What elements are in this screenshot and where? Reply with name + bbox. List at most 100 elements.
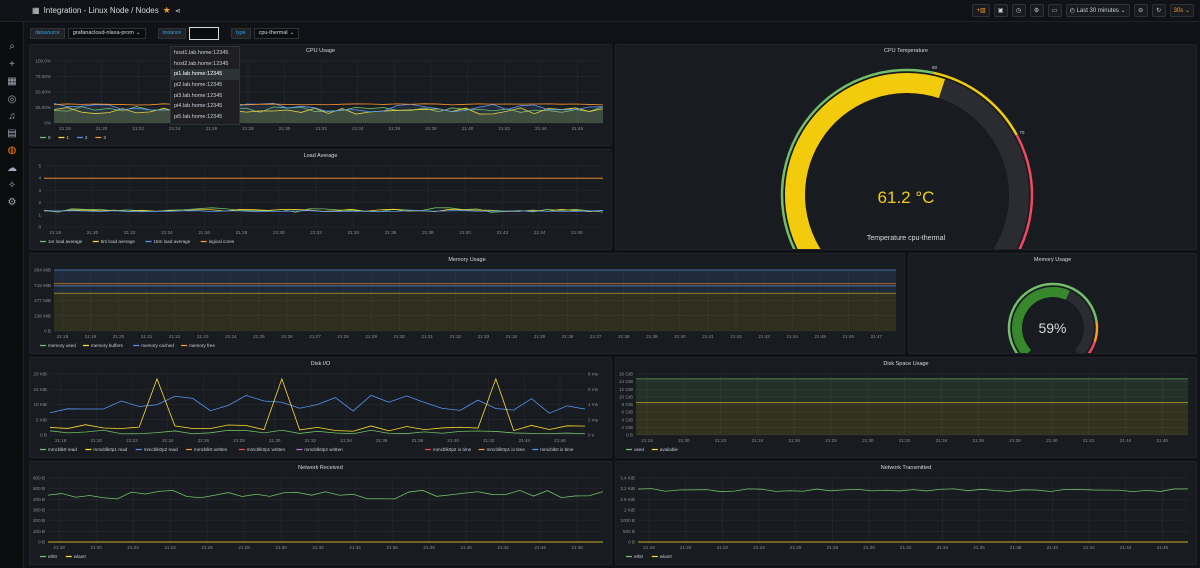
search-icon[interactable]: ⌕ [6, 41, 18, 53]
settings-button[interactable]: ⚙ [1029, 4, 1044, 17]
integrations-globe-icon[interactable]: ◍ [6, 145, 18, 157]
instance-option-selected[interactable]: pi1.lab.home:12345 [171, 69, 239, 81]
x-tick-label: 21:34 [506, 334, 518, 339]
x-tick-label: 21:22 [132, 126, 144, 131]
lightbulb-icon[interactable]: ✧ [6, 180, 18, 192]
refresh-interval-label: 30s [1173, 7, 1184, 14]
x-tick-label: 21:42 [730, 334, 742, 339]
x-tick-label: 21:30 [393, 334, 405, 339]
variables-bar: datasource grafanacloud-nlaxa-prom ⌄ inst… [30, 26, 300, 40]
chart-svg: 3.4 KiB 3.3 KiB 2.9 KiB 2 KiB 1000 B 500 B 0 B… [620, 476, 1189, 559]
y-tick-label: 238 MiB [34, 313, 51, 318]
x-tick-label: 21:24 [162, 438, 174, 443]
y-tick-label: 0 B [628, 540, 635, 545]
x-tick-label: 21:33 [478, 334, 490, 339]
y2-tick-label: 4 ms [588, 402, 599, 407]
x-tick-label: 21:42 [483, 438, 495, 443]
instance-option[interactable]: host1.lab.home:12345 [171, 48, 239, 59]
cpu-temperature-panel[interactable]: CPU Temperature 61.2 °C Temperature cpu-… [615, 44, 1197, 250]
refresh-button[interactable]: ↻ [1151, 4, 1166, 17]
legend-item: 1m load average [48, 239, 83, 244]
instance-label: instance [157, 27, 187, 39]
add-panel-button[interactable]: +▥ [972, 4, 990, 17]
x-tick-label: 21:28 [242, 126, 254, 131]
x-tick-label: 21:32 [310, 230, 322, 235]
instance-option[interactable]: pi2.lab.home:12345 [171, 80, 239, 91]
plus-icon[interactable]: + [6, 59, 18, 71]
explore-icon[interactable]: ◎ [6, 94, 18, 106]
tv-mode-button[interactable]: ▭ [1047, 4, 1062, 17]
x-tick-label: 21:34 [340, 438, 352, 443]
x-tick-label: 21:20 [96, 126, 108, 131]
gauge-svg: 30607085 [780, 65, 1034, 249]
y-tick-label: 6 GiB [622, 410, 634, 415]
series-line [637, 488, 1189, 493]
y2-tick-label: 2 ms [588, 417, 599, 422]
x-tick-label: 21:41 [702, 334, 714, 339]
y-tick-label: 600 B [33, 476, 45, 481]
x-tick-label: 21:20 [678, 438, 690, 443]
load-average-panel[interactable]: Load Average 5 4 3 2 1 0 21:18 21:20 21:22 21:24 2… [29, 149, 612, 250]
x-tick-label: 21:24 [164, 545, 176, 550]
y-tick-label: 10 KiB [33, 402, 47, 407]
x-tick-label: 21:23 [197, 334, 209, 339]
x-tick-label: 21:38 [1009, 438, 1021, 443]
x-tick-label: 21:26 [201, 545, 213, 550]
memory-usage-panel[interactable]: Memory Usage 954 MiB 715 MiB 477 MiB 238 Mi… [29, 253, 905, 354]
instance-option[interactable]: pi3.lab.home:12345 [171, 91, 239, 102]
x-tick-label: 21:20 [90, 545, 102, 550]
y-tick-label: 5 KiB [36, 417, 47, 422]
chevron-down-icon: ⌄ [289, 30, 295, 36]
refresh-interval-picker[interactable]: 30s ⌄ [1169, 4, 1194, 17]
cloud-icon[interactable]: ☁ [6, 163, 18, 175]
instance-option[interactable]: pi4.lab.home:12345 [171, 101, 239, 112]
x-tick-label: 21:22 [126, 438, 138, 443]
y2-tick-label: 6 ms [588, 387, 599, 392]
x-tick-label: 21:46 [572, 126, 584, 131]
disk-space-panel[interactable]: Disk Space Usage 16 GiB 14 GiB 12 GiB 10 Gi… [615, 357, 1197, 458]
datasource-select[interactable]: grafanacloud-nlaxa-prom ⌄ [67, 27, 146, 39]
x-tick-label: 21:28 [238, 545, 250, 550]
x-tick-label: 21:40 [674, 334, 686, 339]
x-tick-label: 21:18 [57, 334, 69, 339]
x-tick-label: 21:40 [1047, 545, 1059, 550]
star-icon[interactable]: ★ [163, 5, 171, 16]
time-picker[interactable]: ◴ Last 30 minutes ⌄ [1065, 4, 1130, 17]
sidebar: ◉ ⌕ + ▦ ◎ ♫ ▤ ◍ ☁ ✧ ⚙ [0, 0, 24, 568]
alerting-bell-icon[interactable]: ♫ [6, 111, 18, 123]
y-tick-label: 16 GiB [619, 372, 633, 377]
type-label: type [231, 27, 251, 39]
x-tick-label: 21:34 [348, 230, 360, 235]
legend-item: mmcblk0p2 io time [433, 447, 472, 452]
x-tick-label: 21:26 [198, 230, 210, 235]
instance-option[interactable]: pi5.lab.home:12345 [171, 112, 239, 123]
cpu-usage-panel[interactable]: CPU Usage 100.0% 75.00% 50.00% 25.00% 0% 21:1… [29, 44, 612, 146]
y-tick-label: 100 B [33, 529, 45, 534]
page-title[interactable]: Integration - Linux Node / Nodes [44, 6, 159, 15]
gear-icon[interactable]: ⚙ [6, 197, 18, 209]
zoom-out-button[interactable]: ⊖ [1133, 4, 1148, 17]
x-tick-label: 21:30 [273, 230, 285, 235]
legend-item: mmcblk0 read [48, 447, 77, 452]
legend-item: mmcblk0 written [194, 447, 228, 452]
type-select[interactable]: cpu-thermal ⌄ [253, 27, 300, 39]
save-button[interactable]: ▣ [993, 4, 1008, 17]
legend-item: 1 [66, 135, 69, 140]
legend-item: 3 [103, 135, 106, 140]
instance-input[interactable] [189, 26, 220, 40]
document-icon[interactable]: ▤ [6, 128, 18, 140]
share-icon[interactable]: ⋖ [175, 7, 181, 15]
network-received-panel[interactable]: Network Received 600 B 500 B 400 B 300 B 200… [29, 461, 612, 565]
x-tick-label: 21:30 [863, 545, 875, 550]
y-tick-label: 4 [38, 176, 41, 181]
gauge-svg [1007, 282, 1099, 353]
y2-tick-label: 0 s [588, 433, 595, 438]
snapshot-button[interactable]: ◷ [1011, 4, 1026, 17]
network-transmitted-panel[interactable]: Network Transmitted 3.4 KiB 3.3 KiB 2.9 Ki… [615, 461, 1197, 565]
x-tick-label: 21:25 [253, 334, 265, 339]
legend-item: memory buffers [91, 343, 124, 348]
dashboards-icon[interactable]: ▦ [6, 76, 18, 88]
memory-gauge-panel[interactable]: Memory Usage 59% [908, 253, 1197, 354]
disk-io-panel[interactable]: Disk I/O 20 KiB 15 KiB 10 KiB 5 KiB 0 B8 ms 6… [29, 357, 612, 458]
instance-option[interactable]: host2.lab.home:12345 [171, 59, 239, 70]
